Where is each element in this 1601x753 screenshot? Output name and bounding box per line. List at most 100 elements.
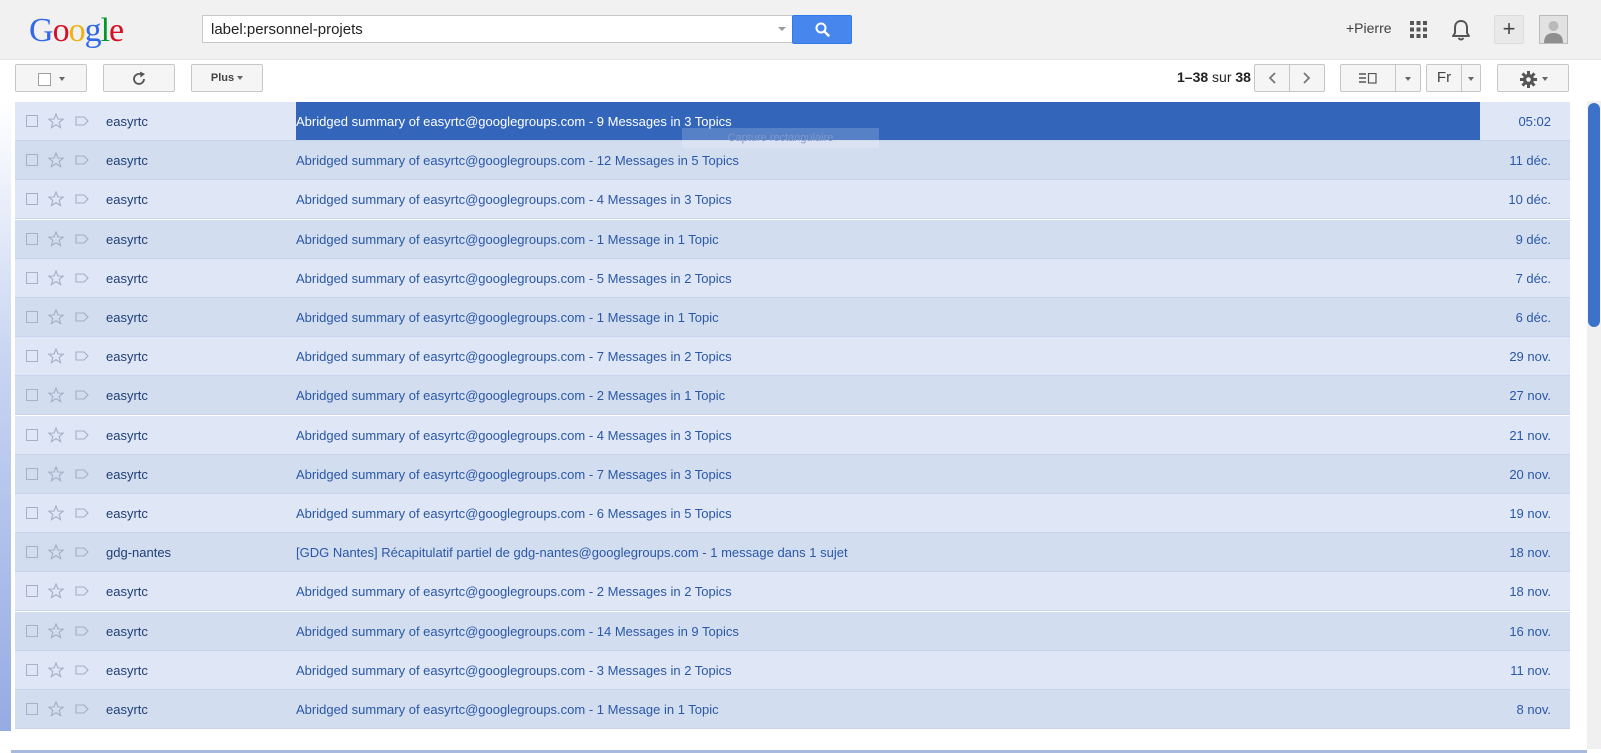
star-icon[interactable] (48, 426, 64, 443)
table-row[interactable]: easyrtc Abridged summary of easyrtc@googl… (15, 572, 1570, 612)
important-marker-icon[interactable] (75, 234, 89, 244)
important-marker-icon[interactable] (75, 626, 89, 636)
row-checkbox[interactable] (26, 585, 38, 598)
row-checkbox[interactable] (26, 154, 38, 167)
star-icon[interactable] (48, 661, 64, 678)
table-row[interactable]: easyrtc Abridged summary of easyrtc@googl… (15, 219, 1570, 259)
avatar[interactable] (1539, 15, 1568, 44)
search-options-chevron-icon[interactable] (778, 27, 786, 31)
important-marker-icon[interactable] (75, 586, 89, 596)
row-checkbox[interactable] (26, 389, 38, 402)
newer-page-button[interactable] (1289, 64, 1325, 92)
table-row[interactable]: easyrtc Abridged summary of easyrtc@googl… (15, 180, 1570, 220)
star-icon[interactable] (48, 505, 64, 521)
select-all-button[interactable] (15, 64, 87, 92)
table-row[interactable]: gdg-nantes [GDG Nantes] Récapitulatif par… (15, 533, 1570, 573)
row-checkbox[interactable] (26, 546, 38, 559)
table-row[interactable]: easyrtc Abridged summary of easyrtc@googl… (15, 258, 1570, 298)
important-marker-icon[interactable] (75, 273, 89, 283)
row-checkbox[interactable] (26, 193, 38, 206)
table-row[interactable]: easyrtc Abridged summary of easyrtc@googl… (15, 376, 1570, 416)
row-checkbox[interactable] (26, 467, 38, 480)
message-subject: Abridged summary of easyrtc@googlegroups… (296, 427, 732, 443)
row-checkbox[interactable] (26, 350, 38, 363)
message-sender: easyrtc (106, 310, 148, 325)
important-marker-icon[interactable] (75, 312, 89, 322)
settings-button[interactable] (1497, 64, 1569, 92)
important-marker-icon[interactable] (75, 665, 89, 675)
important-marker-icon[interactable] (75, 155, 89, 165)
message-date: 10 déc. (1508, 192, 1551, 208)
message-sender: easyrtc (106, 349, 148, 365)
row-checkbox[interactable] (26, 311, 38, 323)
row-checkbox[interactable] (26, 428, 38, 441)
star-icon[interactable] (48, 269, 64, 286)
row-checkbox[interactable] (26, 663, 38, 676)
message-date: 05:02 (1518, 114, 1551, 129)
table-row[interactable]: easyrtc Abridged summary of easyrtc@googl… (15, 494, 1570, 533)
message-sender: easyrtc (106, 623, 148, 639)
search-input[interactable] (211, 19, 756, 39)
table-row[interactable]: easyrtc Abridged summary of easyrtc@googl… (15, 454, 1570, 494)
message-date: 18 nov. (1509, 545, 1551, 561)
table-row[interactable]: easyrtc Abridged summary of easyrtc@googl… (15, 611, 1570, 651)
user-profile-link[interactable]: +Pierre (1346, 20, 1392, 36)
message-subject: Abridged summary of easyrtc@googlegroups… (296, 388, 726, 404)
message-subject: Abridged summary of easyrtc@googlegroups… (296, 349, 732, 365)
row-checkbox[interactable] (26, 703, 38, 715)
chevron-down-icon (237, 76, 244, 81)
chevron-right-icon (1303, 72, 1311, 84)
important-marker-icon[interactable] (75, 704, 89, 714)
table-row[interactable]: easyrtc Abridged summary of easyrtc@googl… (15, 298, 1570, 337)
star-icon[interactable] (48, 191, 64, 208)
important-marker-icon[interactable] (75, 351, 89, 361)
star-icon[interactable] (48, 348, 64, 365)
share-plus-button[interactable]: + (1494, 15, 1524, 44)
important-marker-icon[interactable] (75, 547, 89, 557)
star-icon[interactable] (48, 622, 64, 639)
star-icon[interactable] (48, 583, 64, 600)
message-sender: easyrtc (106, 427, 148, 443)
important-marker-icon[interactable] (75, 508, 89, 518)
table-row[interactable]: easyrtc Abridged summary of easyrtc@googl… (15, 415, 1570, 455)
left-panel-edge (0, 101, 11, 731)
apps-grid-icon[interactable] (1410, 21, 1427, 38)
message-sender: easyrtc (106, 702, 148, 717)
star-icon[interactable] (48, 113, 64, 129)
search-button[interactable] (792, 15, 852, 44)
scrollbar-thumb[interactable] (1588, 103, 1600, 327)
star-icon[interactable] (48, 309, 64, 325)
important-marker-icon[interactable] (75, 469, 89, 479)
input-language-button[interactable]: Fr (1426, 64, 1462, 92)
google-logo[interactable]: Google (29, 11, 124, 51)
row-checkbox[interactable] (26, 507, 38, 519)
refresh-button[interactable] (103, 64, 175, 92)
table-row[interactable]: easyrtc Abridged summary of easyrtc@googl… (15, 337, 1570, 377)
star-icon[interactable] (48, 465, 64, 482)
row-checkbox[interactable] (26, 624, 38, 637)
important-marker-icon[interactable] (75, 194, 89, 204)
star-icon[interactable] (48, 387, 64, 404)
notifications-bell-icon[interactable] (1451, 19, 1471, 41)
important-marker-icon[interactable] (75, 116, 89, 126)
important-marker-icon[interactable] (75, 430, 89, 440)
logo-letter: e (109, 12, 124, 49)
row-checkbox[interactable] (26, 232, 38, 245)
star-icon[interactable] (48, 230, 64, 247)
message-date: 9 déc. (1515, 231, 1551, 247)
star-icon[interactable] (48, 152, 64, 169)
message-date: 18 nov. (1509, 584, 1551, 600)
table-row[interactable]: easyrtc Abridged summary of easyrtc@googl… (15, 690, 1570, 729)
older-page-button[interactable] (1254, 64, 1290, 92)
important-marker-icon[interactable] (75, 390, 89, 400)
message-sender: easyrtc (106, 192, 148, 208)
split-pane-options-button[interactable] (1395, 64, 1421, 92)
star-icon[interactable] (48, 544, 64, 561)
row-checkbox[interactable] (26, 271, 38, 284)
split-pane-button[interactable] (1340, 64, 1396, 92)
star-icon[interactable] (48, 701, 64, 717)
input-language-options-button[interactable] (1461, 64, 1481, 92)
row-checkbox[interactable] (26, 115, 38, 127)
table-row[interactable]: easyrtc Abridged summary of easyrtc@googl… (15, 650, 1570, 690)
more-actions-button[interactable]: Plus (191, 64, 263, 92)
